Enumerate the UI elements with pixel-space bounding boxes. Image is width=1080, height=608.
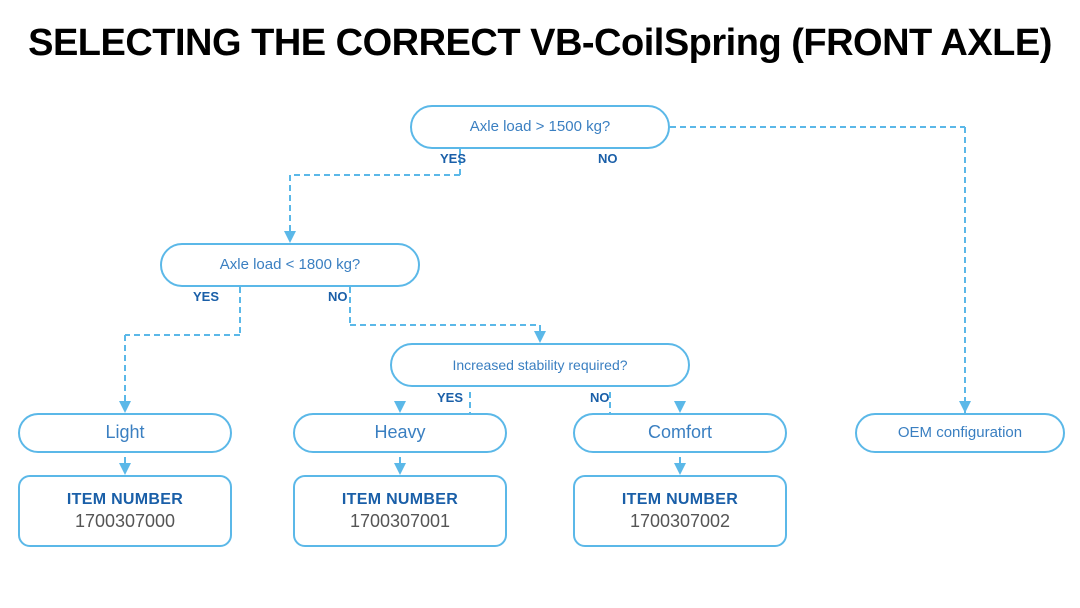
decision2-yes-label: YES (193, 289, 219, 304)
decision-3: Increased stability required? (390, 343, 690, 387)
item2-label: ITEM NUMBER (342, 491, 458, 509)
decision3-yes-label: YES (437, 390, 463, 405)
decision-1: Axle load > 1500 kg? (410, 105, 670, 149)
result-heavy: Heavy (293, 413, 507, 453)
result-comfort: Comfort (573, 413, 787, 453)
item-box-3: ITEM NUMBER 1700307002 (573, 475, 787, 547)
page-title: SELECTING THE CORRECT VB-CoilSpring (FRO… (0, 0, 1080, 75)
item1-label: ITEM NUMBER (67, 491, 183, 509)
decision2-no-label: NO (328, 289, 348, 304)
item1-number: 1700307000 (75, 511, 175, 532)
item3-number: 1700307002 (630, 511, 730, 532)
decision1-yes-label: YES (440, 151, 466, 166)
result-oem: OEM configuration (855, 413, 1065, 453)
item3-label: ITEM NUMBER (622, 491, 738, 509)
decision3-no-label: NO (590, 390, 610, 405)
item-box-2: ITEM NUMBER 1700307001 (293, 475, 507, 547)
item2-number: 1700307001 (350, 511, 450, 532)
item-box-1: ITEM NUMBER 1700307000 (18, 475, 232, 547)
decision1-no-label: NO (598, 151, 618, 166)
diagram-area: Axle load > 1500 kg? YES NO Axle load < … (0, 75, 1080, 585)
decision-2: Axle load < 1800 kg? (160, 243, 420, 287)
result-light: Light (18, 413, 232, 453)
